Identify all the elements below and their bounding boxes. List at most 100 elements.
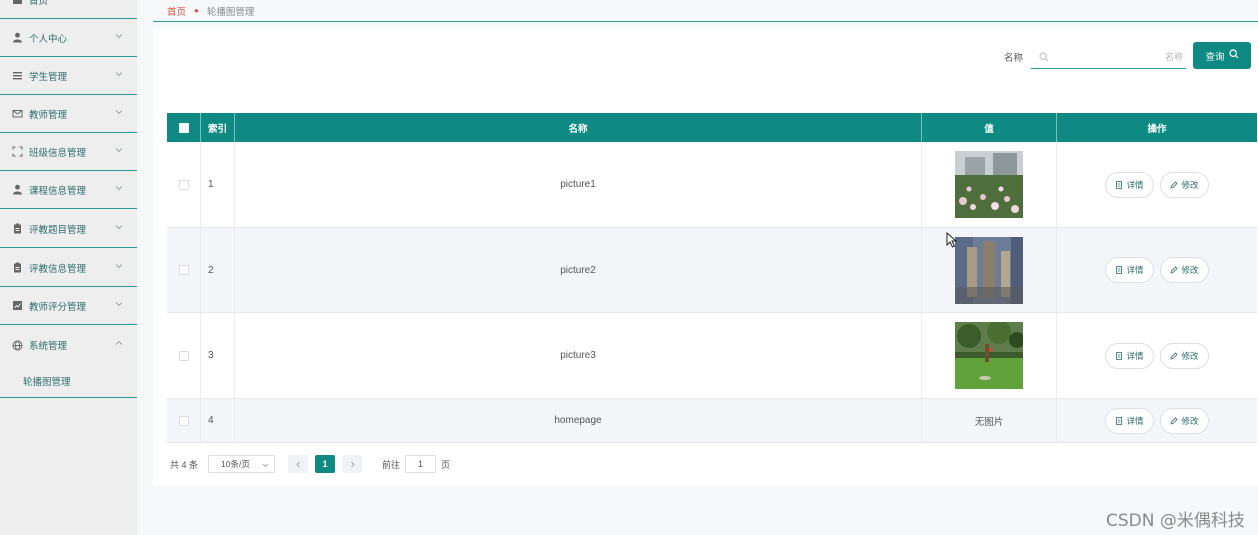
edit-icon xyxy=(1170,180,1179,189)
goto-label: 前往 xyxy=(382,459,401,470)
sidebar-item-label: 教师管理 xyxy=(29,109,68,121)
prev-page-button[interactable] xyxy=(288,455,309,473)
row-select-cell[interactable] xyxy=(167,313,201,398)
sidebar-item-course-info[interactable]: 课程信息管理 xyxy=(0,171,137,209)
edit-button[interactable]: 修改 xyxy=(1160,407,1209,434)
header-actions: 操作 xyxy=(1147,123,1167,135)
search-box xyxy=(1031,45,1186,69)
row-value xyxy=(922,313,1057,398)
home-icon xyxy=(12,0,23,5)
edit-button[interactable]: 修改 xyxy=(1160,342,1209,369)
detail-button-label: 详情 xyxy=(1126,179,1144,190)
sidebar-item-system[interactable]: 系统管理 xyxy=(0,326,137,364)
row-select-cell[interactable] xyxy=(167,142,201,227)
chevron-down-icon xyxy=(115,223,123,231)
chevron-down-icon xyxy=(115,262,123,270)
row-name: homepage xyxy=(235,399,922,442)
detail-button-label: 详情 xyxy=(1126,415,1144,426)
row-actions: 详情 修改 xyxy=(1057,399,1257,442)
next-page-button[interactable] xyxy=(342,455,363,473)
edit-button-label: 修改 xyxy=(1181,179,1199,190)
page-size-value: 10条/页 xyxy=(221,459,250,469)
blurred-building-image xyxy=(955,236,1023,304)
mouse-cursor-icon xyxy=(946,231,958,248)
edit-button[interactable]: 修改 xyxy=(1160,257,1209,283)
row-name: picture3 xyxy=(235,313,922,398)
sidebar-item-personal-center[interactable]: 个人中心 xyxy=(0,19,137,57)
search-input[interactable] xyxy=(1053,51,1183,62)
list-icon xyxy=(12,70,23,81)
detail-button[interactable]: 详情 xyxy=(1105,257,1154,283)
row-checkbox[interactable] xyxy=(178,265,189,275)
row-index: 3 xyxy=(201,313,235,398)
watermark: CSDN @米偶科技 xyxy=(1106,511,1245,531)
page-size-select[interactable]: 10条/页 xyxy=(208,455,276,473)
chevron-down-icon xyxy=(115,70,123,78)
sidebar-item-student[interactable]: 学生管理 xyxy=(0,57,137,95)
sidebar-item-label: 教师评分管理 xyxy=(29,301,87,313)
row-checkbox[interactable] xyxy=(178,179,189,190)
sidebar-item-label: 课程信息管理 xyxy=(29,185,87,197)
search-button[interactable]: 查询 xyxy=(1193,42,1251,69)
row-index: 2 xyxy=(201,228,235,312)
clipboard-icon xyxy=(12,262,23,273)
search-button-label: 查询 xyxy=(1205,51,1225,63)
document-icon xyxy=(1115,351,1123,360)
document-icon xyxy=(1115,266,1123,274)
sidebar-item-eval-questions[interactable]: 评教题目管理 xyxy=(0,210,137,248)
row-checkbox[interactable] xyxy=(178,415,189,426)
row-select-cell[interactable] xyxy=(167,399,201,442)
chevron-down-icon xyxy=(262,461,269,468)
page-number-current[interactable]: 1 xyxy=(315,455,336,473)
edit-button-label: 修改 xyxy=(1181,350,1199,361)
select-all-checkbox[interactable] xyxy=(178,122,189,133)
detail-button[interactable]: 详情 xyxy=(1105,342,1154,369)
chevron-right-icon xyxy=(350,461,355,467)
chevron-down-icon xyxy=(115,32,123,40)
total-count: 共 4 条 xyxy=(170,459,199,470)
search-label: 名称 xyxy=(1004,53,1024,64)
chevron-down-icon xyxy=(115,300,123,308)
select-all-cell[interactable] xyxy=(167,113,201,142)
edit-button[interactable]: 修改 xyxy=(1160,171,1209,198)
table-row: 2 picture2 详情 修改 xyxy=(167,228,1257,313)
detail-button-label: 详情 xyxy=(1126,350,1144,361)
sidebar-item-teacher-score[interactable]: 教师评分管理 xyxy=(0,287,137,325)
user-icon xyxy=(12,184,23,195)
table-row: 1 picture1 详情 修改 xyxy=(167,142,1257,228)
user-icon xyxy=(12,32,23,43)
detail-button[interactable]: 详情 xyxy=(1105,171,1154,198)
chevron-down-icon xyxy=(115,146,123,154)
sidebar-item-teacher[interactable]: 教师管理 xyxy=(0,95,137,133)
sidebar-item-eval-info[interactable]: 评教信息管理 xyxy=(0,249,137,287)
breadcrumb-home[interactable]: 首页 xyxy=(167,4,186,18)
table-header: 索引 名称 值 操作 xyxy=(167,113,1257,142)
edit-icon xyxy=(1170,266,1179,274)
edit-button-label: 修改 xyxy=(1181,415,1199,426)
pagination: 共 4 条 10条/页 1 前往 页 xyxy=(170,454,450,474)
table-row: 3 picture3 详情 修改 xyxy=(167,313,1257,399)
sidebar-item-home[interactable]: 首页 xyxy=(0,0,137,19)
document-icon xyxy=(1115,416,1123,425)
park-lawn-image xyxy=(955,322,1023,389)
edit-icon xyxy=(1170,416,1179,425)
goto-page-input[interactable] xyxy=(405,455,437,473)
breadcrumb-current: 轮播图管理 xyxy=(206,6,255,18)
chevron-left-icon xyxy=(295,461,300,467)
row-index: 4 xyxy=(201,399,235,442)
sidebar-item-label: 评教题目管理 xyxy=(29,224,87,236)
sidebar-item-class-info[interactable]: 班级信息管理 xyxy=(0,133,137,171)
document-icon xyxy=(1115,180,1123,189)
sidebar-item-label: 班级信息管理 xyxy=(29,147,87,159)
row-name: picture2 xyxy=(235,228,922,312)
chart-icon xyxy=(12,300,23,311)
edit-icon xyxy=(1170,351,1179,360)
row-select-cell[interactable] xyxy=(167,228,201,312)
row-checkbox[interactable] xyxy=(178,350,189,361)
detail-button[interactable]: 详情 xyxy=(1105,407,1154,434)
clipboard-icon xyxy=(12,223,23,234)
row-value: 无图片 xyxy=(922,399,1057,442)
sidebar-subitem-carousel[interactable]: 轮播图管理 xyxy=(0,364,137,398)
sidebar-item-label: 评教信息管理 xyxy=(29,263,87,275)
garden-flowers-image xyxy=(955,151,1023,218)
